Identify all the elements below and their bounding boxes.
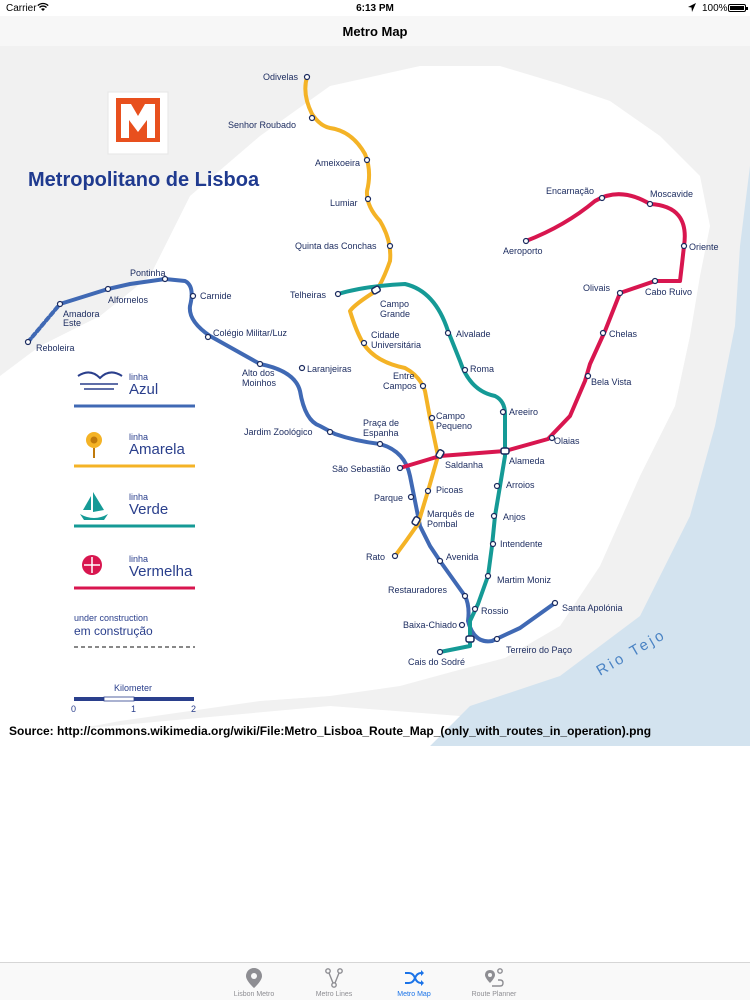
station-cidade-universitaria-1: Cidade [371,330,400,340]
station-praca-de-espanha-1: Praça de [363,418,399,428]
station-sao-sebastiao: São Sebastião [332,464,391,474]
station-senhor-roubado: Senhor Roubado [228,120,296,130]
network-icon [325,968,343,988]
station-intendente: Intendente [500,539,543,549]
station-reboleira: Reboleira [36,343,75,353]
station-amadora-este-2: Este [63,318,81,328]
station-pontinha: Pontinha [130,268,166,278]
station-alto-dos-moinhos-1: Alto dos [242,368,275,378]
status-bar: Carrier 6:13 PM 100% [0,0,750,16]
metro-map[interactable]: Metropolitano de Lisboa Odivelas Senhor … [0,46,750,746]
station-olaias: Olaias [554,436,580,446]
station-campo-grande-2: Grande [380,309,410,319]
shuffle-icon [405,970,424,986]
scale-0: 0 [71,704,76,714]
tab-label-route-planner: Route Planner [471,991,517,998]
station-anjos: Anjos [503,512,526,522]
scale-2: 2 [191,704,196,714]
station-picoas: Picoas [436,485,464,495]
page-title: Metro Map [342,24,408,39]
legend-azul: Azul [129,381,158,398]
station-terreiro-do-paco: Terreiro do Paço [506,645,572,655]
metro-map-image: Metropolitano de Lisboa Odivelas Senhor … [0,46,750,746]
station-chelas: Chelas [609,329,638,339]
tab-route-planner[interactable]: Route Planner [454,963,534,1000]
station-odivelas: Odivelas [263,72,299,82]
station-quinta-das-conchas: Quinta das Conchas [295,241,377,251]
station-rossio: Rossio [481,606,509,616]
station-oriente: Oriente [689,242,719,252]
tab-label-metro-map: Metro Map [397,991,431,998]
station-rato: Rato [366,552,385,562]
station-campo-grande-1: Campo [380,299,409,309]
station-alto-dos-moinhos-2: Moinhos [242,378,277,388]
station-jardim-zoologico: Jardim Zoológico [244,427,313,437]
station-colegio-militar: Colégio Militar/Luz [213,328,288,338]
station-santa-apolonia: Santa Apolónia [562,603,623,613]
station-arroios: Arroios [506,480,535,490]
station-aeroporto: Aeroporto [503,246,543,256]
legend-vermelha: Vermelha [129,563,193,580]
station-ameixoeira: Ameixoeira [315,158,360,168]
clock: 6:13 PM [356,3,394,14]
station-campo-pequeno-2: Pequeno [436,421,472,431]
tab-label-metro-lines: Metro Lines [315,991,353,998]
station-olivais: Olivais [583,283,611,293]
metro-logo [107,91,169,155]
scale-1: 1 [131,704,136,714]
station-praca-de-espanha-2: Espanha [363,428,399,438]
station-baixa-chiado: Baixa-Chiado [403,620,457,630]
station-laranjeiras: Laranjeiras [307,364,352,374]
station-cabo-ruivo: Cabo Ruivo [645,287,692,297]
tab-metro-map[interactable]: Metro Map [374,963,454,1000]
station-roma: Roma [470,364,494,374]
route-icon [485,968,504,987]
battery-percent: 100% [702,3,728,14]
station-cidade-universitaria-2: Universitária [371,340,421,350]
brand-name: Metropolitano de Lisboa [28,169,260,191]
station-alameda: Alameda [509,456,545,466]
station-marques-2: Pombal [427,519,458,529]
station-martim-moniz: Martim Moniz [497,575,552,585]
navigation-bar: Metro Map [0,16,750,46]
station-lumiar: Lumiar [330,198,358,208]
tab-metro-lines[interactable]: Metro Lines [294,963,374,1000]
battery-icon [728,4,748,12]
location-arrow-icon [688,3,696,12]
legend-under-construction: under construction [74,613,148,623]
scale-title: Kilometer [114,683,152,693]
station-entre-campos-1: Entre [393,371,415,381]
legend-em-construcao: em construção [74,624,153,638]
station-avenida: Avenida [446,552,478,562]
station-alfornelos: Alfornelos [108,295,149,305]
location-pin-icon [246,968,262,988]
station-areeiro: Areeiro [509,407,538,417]
station-marques-1: Marquês de [427,509,475,519]
station-bela-vista: Bela Vista [591,377,631,387]
legend-amarela: Amarela [129,441,186,458]
station-moscavide: Moscavide [650,189,693,199]
tab-lisbon-metro[interactable]: Lisbon Metro [214,963,294,1000]
tab-label-lisbon-metro: Lisbon Metro [233,991,275,998]
source-attribution: Source: http://commons.wikimedia.org/wik… [9,724,651,738]
station-entre-campos-2: Campos [383,381,417,391]
station-campo-pequeno-1: Campo [436,411,465,421]
compass-rose-icon [82,555,102,575]
station-parque: Parque [374,493,403,503]
station-encarnacao: Encarnação [546,186,594,196]
station-cais-do-sodre: Cais do Sodré [408,657,465,667]
station-saldanha: Saldanha [445,460,483,470]
tab-bar: Lisbon Metro Metro Lines Metro Map Route… [0,962,750,1000]
station-restauradores: Restauradores [388,585,448,595]
station-telheiras: Telheiras [290,290,327,300]
station-carnide: Carnide [200,291,232,301]
legend-verde: Verde [129,501,168,518]
station-alvalade: Alvalade [456,329,491,339]
